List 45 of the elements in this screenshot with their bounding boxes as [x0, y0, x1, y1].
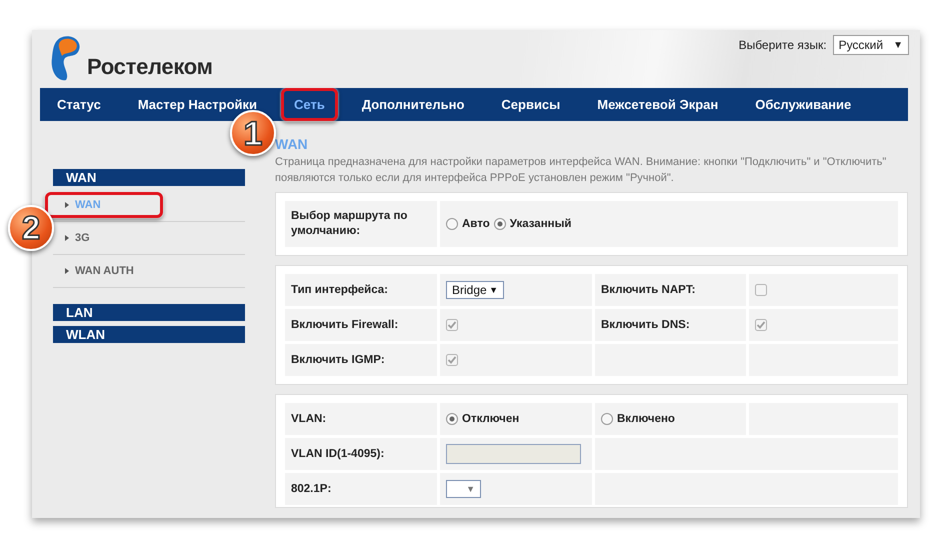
language-label: Выберите язык:	[738, 38, 827, 52]
nav-tab[interactable]: Сервисы	[488, 88, 574, 121]
nav-tab[interactable]: Дополнительно	[348, 88, 478, 121]
bullet-icon	[65, 202, 69, 208]
radio-button[interactable]	[601, 413, 613, 425]
checkbox[interactable]	[446, 354, 458, 366]
field-label: Включить IGMP:	[291, 352, 385, 368]
bullet-icon	[65, 235, 69, 241]
bullet-icon	[65, 268, 69, 274]
language-select[interactable]: Русский ▼	[832, 35, 909, 55]
radio-label: Отключен	[462, 413, 520, 425]
radio-label: Включено	[617, 413, 675, 425]
field-label: VLAN ID(1-4095):	[291, 446, 384, 462]
step-number-badge: 1	[230, 110, 276, 156]
field-label: Тип интерфейса:	[291, 282, 388, 298]
sidebar-section-header[interactable]: WLAN	[53, 326, 245, 343]
page-description: Страница предназначена для настройки параметров интерфейса WAN. Внимание: кнопки "Подключить" и "Отключить" появляются только если для интерфейса PPPoE установлен режим "Ручной".	[275, 155, 888, 186]
vlan-id-input[interactable]	[446, 444, 581, 464]
checkbox[interactable]	[755, 284, 767, 296]
nav-tab[interactable]: Статус	[44, 88, 114, 121]
field-label: Включить NAPT:	[601, 282, 696, 298]
nav-tab[interactable]: Межсетевой Экран	[584, 88, 732, 121]
field-label: Выбор маршрута по умолчанию:	[291, 209, 408, 239]
radio-label: Указанный	[510, 218, 572, 230]
page-title: WAN	[275, 136, 309, 152]
sidebar-link[interactable]: WAN AUTH	[65, 265, 134, 277]
interface-type-select[interactable]: Bridge ▼	[446, 281, 504, 299]
sidebar-section-header[interactable]: LAN	[53, 304, 245, 321]
step-number-badge: 2	[8, 205, 54, 251]
brand-name: Ростелеком	[87, 54, 213, 80]
nav-tab[interactable]: Сеть	[281, 88, 338, 121]
priority-select[interactable]: ▼	[446, 480, 481, 498]
radio-button[interactable]	[446, 218, 458, 230]
field-label: Включить DNS:	[601, 318, 690, 332]
sidebar-section-header[interactable]: WAN	[53, 169, 245, 186]
field-label: 802.1P:	[291, 482, 332, 496]
checkbox[interactable]	[755, 319, 767, 331]
nav-tab[interactable]: Обслуживание	[742, 88, 864, 121]
radio-button[interactable]	[494, 218, 506, 230]
radio-button[interactable]	[446, 413, 458, 425]
sidebar-link[interactable]: 3G	[65, 232, 90, 244]
field-label: Включить Firewall:	[291, 318, 398, 332]
radio-label: Авто	[462, 218, 490, 230]
field-label: VLAN:	[291, 412, 326, 426]
checkbox[interactable]	[446, 319, 458, 331]
